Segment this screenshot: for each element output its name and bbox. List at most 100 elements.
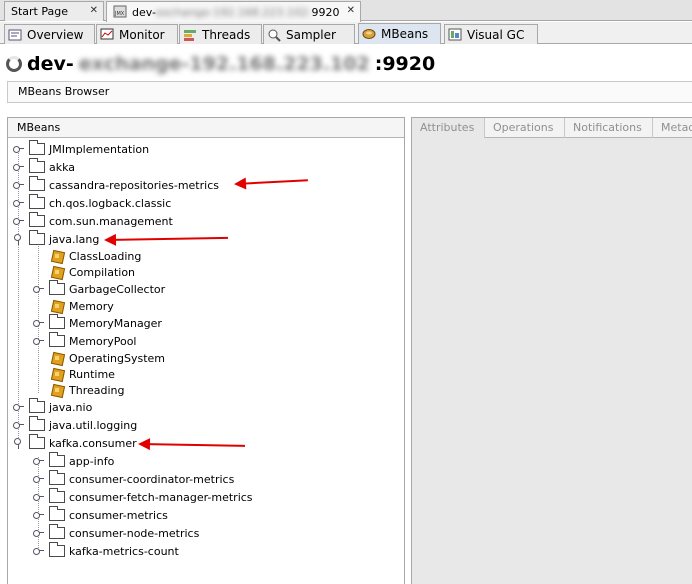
- expand-toggle-icon[interactable]: [33, 319, 44, 327]
- tab-notifications[interactable]: Notifications: [565, 118, 653, 138]
- tree-node-label: ClassLoading: [69, 249, 142, 263]
- tree-node-label: JMImplementation: [49, 142, 150, 156]
- tree-node-memorymanager[interactable]: MemoryManager: [33, 314, 162, 331]
- threads-icon: [183, 28, 198, 42]
- folder-icon: [29, 140, 45, 155]
- folder-icon: [49, 542, 65, 557]
- expand-toggle-icon[interactable]: [33, 547, 44, 555]
- mbean-icon: [51, 383, 65, 397]
- tab-start-page[interactable]: Start Page ✕: [4, 1, 104, 21]
- tree-node-memory[interactable]: Memory: [51, 298, 114, 314]
- tree-node-com-sun-management[interactable]: com.sun.management: [13, 212, 173, 229]
- mbean-details-pane: Attributes Operations Notifications Meta…: [411, 117, 692, 584]
- tree-node-consumer-coordinator-metrics[interactable]: consumer-coordinator-metrics: [33, 470, 235, 487]
- tree-node-label: consumer-coordinator-metrics: [69, 472, 235, 486]
- sampler-icon: [267, 28, 282, 42]
- mbean-icon: [51, 249, 65, 263]
- view-tab-bar: Overview Monitor Threads Sampler MBeans …: [0, 22, 692, 44]
- tab-overview[interactable]: Overview: [4, 24, 95, 44]
- folder-icon: [49, 280, 65, 295]
- collapse-toggle-icon[interactable]: [14, 234, 22, 244]
- expand-toggle-icon[interactable]: [33, 285, 44, 293]
- tab-visual-gc[interactable]: Visual GC: [444, 24, 538, 44]
- tree-node-label: java.lang: [49, 232, 100, 246]
- tree-node-classloading[interactable]: ClassLoading: [51, 248, 141, 264]
- folder-icon: [29, 212, 45, 227]
- folder-icon: [49, 332, 65, 347]
- tree-node-runtime[interactable]: Runtime: [51, 366, 115, 382]
- expand-toggle-icon[interactable]: [13, 421, 24, 429]
- tree-node-garbagecollector[interactable]: GarbageCollector: [33, 280, 166, 297]
- tab-attributes[interactable]: Attributes: [412, 118, 485, 138]
- tab-metadata[interactable]: Metad: [653, 118, 692, 138]
- expand-toggle-icon[interactable]: [33, 511, 44, 519]
- tree-node-akka[interactable]: akka: [13, 158, 75, 175]
- tree-node-operatingsystem[interactable]: OperatingSystem: [51, 350, 165, 366]
- tree-node-java-util-logging[interactable]: java.util.logging: [13, 416, 137, 433]
- page-title-suffix: :9920: [374, 53, 436, 75]
- tree-node-ch-qos-logback-classic[interactable]: ch.qos.logback.classic: [13, 194, 172, 211]
- tree-node-cassandra-repositories-metrics[interactable]: cassandra-repositories-metrics: [13, 176, 219, 193]
- collapse-toggle-icon[interactable]: [14, 438, 22, 448]
- expand-toggle-icon[interactable]: [33, 337, 44, 345]
- tree-node-label: Compilation: [69, 265, 136, 279]
- tree-node-label: GarbageCollector: [69, 282, 166, 296]
- tab-monitor[interactable]: Monitor: [96, 24, 178, 44]
- tree-node-kafka-consumer[interactable]: kafka.consumer: [13, 434, 137, 451]
- tab-mbeans[interactable]: MBeans: [358, 23, 441, 44]
- tab-threads[interactable]: Threads: [179, 24, 262, 44]
- tree-node-jmimplementation[interactable]: JMImplementation: [13, 140, 150, 157]
- tree-node-label: ch.qos.logback.classic: [49, 196, 172, 210]
- close-icon[interactable]: ✕: [90, 5, 98, 16]
- folder-icon: [49, 314, 65, 329]
- tree-node-memorypool[interactable]: MemoryPool: [33, 332, 137, 349]
- mbeans-tree[interactable]: JMImplementation akka cassandra-reposito…: [8, 139, 405, 584]
- tab-application-label-redacted: exchange-192.168.223.102:: [155, 5, 312, 19]
- folder-icon: [29, 230, 45, 245]
- tab-visual-gc-label: Visual GC: [467, 27, 525, 42]
- folder-icon: [49, 524, 65, 539]
- tab-overview-label: Overview: [27, 27, 84, 42]
- close-icon[interactable]: ✕: [347, 5, 355, 16]
- tab-application[interactable]: JMX dev- exchange-192.168.223.102: 9920 …: [106, 1, 361, 22]
- tree-node-compilation[interactable]: Compilation: [51, 264, 135, 280]
- details-tab-bar: Attributes Operations Notifications Meta…: [412, 118, 692, 138]
- expand-toggle-icon[interactable]: [33, 475, 44, 483]
- tree-node-consumer-node-metrics[interactable]: consumer-node-metrics: [33, 524, 199, 541]
- tree-node-label: Threading: [69, 383, 125, 397]
- tree-node-label: kafka-metrics-count: [69, 544, 179, 558]
- expand-toggle-icon[interactable]: [13, 145, 24, 153]
- expand-toggle-icon[interactable]: [13, 217, 24, 225]
- expand-toggle-icon[interactable]: [13, 199, 24, 207]
- tree-node-kafka-metrics-count[interactable]: kafka-metrics-count: [33, 542, 179, 559]
- tree-node-label: OperatingSystem: [69, 351, 166, 365]
- mbeans-pane-header: MBeans: [8, 118, 404, 138]
- tab-threads-label: Threads: [202, 27, 251, 42]
- expand-toggle-icon[interactable]: [13, 163, 24, 171]
- page-title-redacted: exchange-192.168.223.102: [78, 53, 370, 75]
- tab-sampler-label: Sampler: [286, 27, 336, 42]
- tree-node-threading[interactable]: Threading: [51, 382, 124, 398]
- tree-node-label: MemoryManager: [69, 316, 162, 330]
- expand-toggle-icon[interactable]: [13, 403, 24, 411]
- expand-toggle-icon[interactable]: [33, 493, 44, 501]
- tab-application-label-suffix: 9920: [311, 5, 340, 19]
- tab-mbeans-label: MBeans: [381, 27, 429, 41]
- tree-node-label: app-info: [69, 454, 115, 468]
- tree-node-label: MemoryPool: [69, 334, 137, 348]
- tree-node-label: consumer-fetch-manager-metrics: [69, 490, 253, 504]
- tree-node-app-info[interactable]: app-info: [33, 452, 115, 469]
- expand-toggle-icon[interactable]: [33, 529, 44, 537]
- folder-icon: [49, 452, 65, 467]
- tree-node-java-nio[interactable]: java.nio: [13, 398, 92, 415]
- tree-node-consumer-metrics[interactable]: consumer-metrics: [33, 506, 168, 523]
- expand-toggle-icon[interactable]: [13, 181, 24, 189]
- tab-sampler[interactable]: Sampler: [263, 24, 355, 44]
- page-title: dev-exchange-192.168.223.102:9920: [6, 50, 435, 78]
- tree-node-consumer-fetch-manager-metrics[interactable]: consumer-fetch-manager-metrics: [33, 488, 253, 505]
- tree-node-label: consumer-metrics: [69, 508, 168, 522]
- tree-node-java-lang[interactable]: java.lang: [13, 230, 100, 247]
- mbeans-browser-label: MBeans Browser: [7, 81, 692, 103]
- tab-operations[interactable]: Operations: [485, 118, 565, 138]
- expand-toggle-icon[interactable]: [33, 457, 44, 465]
